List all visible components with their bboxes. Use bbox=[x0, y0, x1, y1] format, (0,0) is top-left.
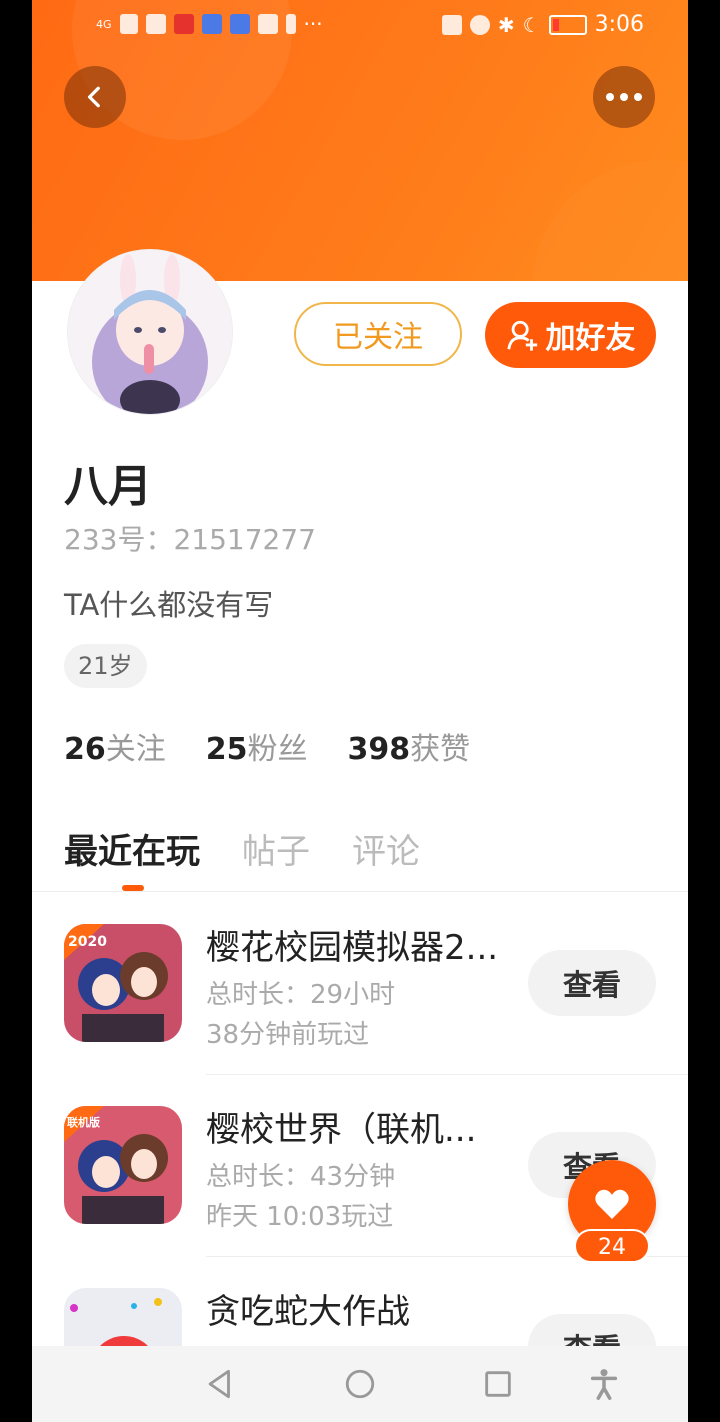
user-name: 八月 bbox=[64, 461, 152, 512]
game-last-played: 昨天 10:03玩过 bbox=[206, 1202, 394, 1232]
game-title: 樱校世界（联机... bbox=[206, 1110, 477, 1150]
game-icon: 2020 bbox=[64, 924, 182, 1042]
user-bio: TA什么都没有写 bbox=[64, 588, 274, 622]
game-icon: 联机版 bbox=[64, 1106, 182, 1224]
stat-likes-count: 398 bbox=[347, 732, 411, 767]
wifi-icon bbox=[145, 14, 166, 34]
add-friend-label: 加好友 bbox=[545, 321, 636, 356]
game-title: 贪吃蛇大作战 bbox=[206, 1292, 410, 1332]
game-playtime: 总时长：43分钟 bbox=[206, 1162, 396, 1192]
stat-followers-label: 粉丝 bbox=[247, 732, 308, 767]
square-recents-icon bbox=[485, 1371, 511, 1397]
alarm-icon bbox=[469, 14, 490, 35]
profile-screen: 4G ··· ✱ ☾ 3:06 已关注 加好友 八月 233号：21517277… bbox=[32, 0, 688, 1422]
user-id: 233号：21517277 bbox=[64, 523, 316, 556]
signal-text: 4G bbox=[96, 17, 112, 31]
divider bbox=[32, 891, 688, 892]
app-notification-icon bbox=[201, 14, 222, 34]
tab-recently-played[interactable]: 最近在玩 bbox=[64, 824, 200, 873]
clock: 3:06 bbox=[594, 12, 644, 37]
stat-following-count: 26 bbox=[64, 732, 106, 767]
bluetooth-icon: ✱ bbox=[497, 12, 515, 37]
app-notification-icon bbox=[257, 14, 278, 34]
moon-icon: ☾ bbox=[522, 12, 541, 37]
app-notification-icon bbox=[229, 14, 250, 34]
heart-icon bbox=[595, 1189, 629, 1219]
battery-icon bbox=[548, 14, 587, 35]
nav-accessibility-button[interactable] bbox=[586, 1366, 622, 1402]
followed-button[interactable]: 已关注 bbox=[294, 302, 462, 366]
cast-icon bbox=[441, 14, 462, 35]
stat-likes[interactable]: 398获赞 bbox=[348, 724, 471, 768]
view-button[interactable]: 查看 bbox=[528, 950, 656, 1016]
system-nav-bar bbox=[32, 1346, 688, 1422]
back-button[interactable] bbox=[64, 66, 126, 128]
avatar[interactable] bbox=[68, 250, 232, 414]
game-badge: 2020 bbox=[68, 934, 107, 950]
avatar-illustration bbox=[68, 250, 232, 414]
accessibility-icon bbox=[590, 1369, 618, 1400]
game-playtime: 总时长：29小时 bbox=[206, 980, 396, 1010]
profile-stats: 26关注 25粉丝 398获赞 bbox=[64, 724, 470, 768]
tab-posts[interactable]: 帖子 bbox=[242, 824, 310, 873]
nav-back-button[interactable] bbox=[202, 1366, 238, 1402]
game-title: 樱花校园模拟器2... bbox=[206, 928, 499, 968]
nav-recents-button[interactable] bbox=[480, 1366, 516, 1402]
nav-home-button[interactable] bbox=[342, 1366, 378, 1402]
age-tag: 21岁 bbox=[64, 644, 147, 688]
more-button[interactable] bbox=[593, 66, 655, 128]
tab-comments[interactable]: 评论 bbox=[352, 824, 420, 873]
signal-icon bbox=[119, 14, 138, 34]
stat-followers-count: 25 bbox=[205, 732, 248, 767]
divider bbox=[206, 1074, 688, 1075]
sim-icon bbox=[285, 14, 296, 34]
stat-likes-label: 获赞 bbox=[410, 732, 471, 767]
more-notifications-icon: ··· bbox=[303, 12, 323, 36]
add-friend-button[interactable]: 加好友 bbox=[485, 302, 656, 368]
add-user-icon bbox=[506, 320, 537, 351]
game-badge: 联机版 bbox=[67, 1115, 100, 1129]
game-last-played: 38分钟前玩过 bbox=[206, 1020, 370, 1050]
chevron-left-icon bbox=[87, 86, 100, 108]
stat-following[interactable]: 26关注 bbox=[64, 724, 166, 768]
stat-followers[interactable]: 25粉丝 bbox=[206, 724, 308, 768]
profile-tabs: 最近在玩 帖子 评论 bbox=[64, 824, 420, 873]
stat-following-label: 关注 bbox=[105, 732, 166, 767]
list-item[interactable]: 2020 樱花校园模拟器2... 总时长：29小时 38分钟前玩过 查看 bbox=[32, 900, 688, 1082]
status-bar: 4G ··· ✱ ☾ 3:06 bbox=[32, 0, 688, 50]
mic-icon bbox=[173, 14, 194, 34]
triangle-back-icon bbox=[208, 1369, 230, 1399]
circle-home-icon bbox=[345, 1369, 375, 1399]
more-dots-icon bbox=[606, 93, 642, 101]
like-count-badge: 24 bbox=[574, 1229, 650, 1263]
